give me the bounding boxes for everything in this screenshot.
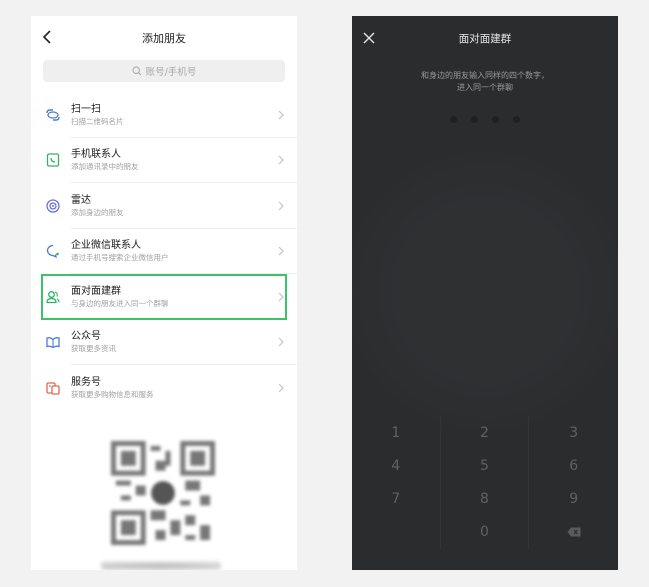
back-icon[interactable] bbox=[39, 28, 57, 46]
chevron-right-icon bbox=[278, 383, 284, 393]
scan-icon bbox=[46, 109, 60, 121]
list-item-wecom-contacts[interactable]: 企业微信联系人 通过手机号搜索企业微信用户 bbox=[31, 229, 297, 275]
official-account-icon bbox=[46, 337, 60, 349]
radar-icon bbox=[46, 199, 60, 213]
instruction-line-2: 进入同一个群聊 bbox=[457, 83, 513, 92]
wecom-icon bbox=[46, 245, 59, 259]
key-9[interactable]: 9 bbox=[529, 483, 618, 516]
key-3[interactable]: 3 bbox=[529, 416, 618, 449]
chevron-right-icon bbox=[278, 155, 284, 165]
phone-contacts-icon bbox=[46, 153, 60, 167]
key-7[interactable]: 7 bbox=[352, 482, 441, 516]
item-title: 雷达 bbox=[71, 194, 91, 206]
code-input-dots bbox=[352, 116, 618, 123]
search-input[interactable]: 账号/手机号 bbox=[43, 60, 285, 82]
key-empty bbox=[352, 515, 441, 549]
close-icon[interactable] bbox=[362, 31, 376, 45]
key-6[interactable]: 6 bbox=[529, 449, 618, 482]
number-keypad: 1 2 3 4 5 6 7 8 9 0 bbox=[352, 416, 618, 549]
page-title: 面对面建群 bbox=[458, 32, 512, 45]
item-title: 扫一扫 bbox=[71, 103, 101, 115]
key-4[interactable]: 4 bbox=[352, 449, 441, 483]
instruction-line-1: 和身边的朋友输入同样的四个数字， bbox=[421, 71, 549, 80]
list-item-face-to-face-group[interactable]: 面对面建群 与身边的朋友进入同一个群聊 bbox=[41, 274, 287, 320]
backspace-icon bbox=[567, 527, 581, 537]
item-subtitle: 添加身边的朋友 bbox=[71, 207, 124, 217]
item-title: 企业微信联系人 bbox=[71, 240, 141, 252]
search-placeholder: 账号/手机号 bbox=[145, 67, 197, 78]
qr-caption-blurred bbox=[101, 562, 221, 570]
item-title: 公众号 bbox=[71, 331, 101, 343]
item-subtitle: 通过手机号搜索企业微信用户 bbox=[71, 253, 169, 263]
item-subtitle: 获取更多购物信息和服务 bbox=[71, 389, 154, 399]
service-account-icon bbox=[46, 382, 60, 395]
item-subtitle: 与身边的朋友进入同一个群聊 bbox=[71, 298, 169, 308]
page-title: 添加朋友 bbox=[142, 32, 186, 45]
key-0[interactable]: 0 bbox=[441, 515, 530, 549]
code-dot bbox=[471, 116, 478, 123]
chevron-right-icon bbox=[278, 292, 284, 302]
key-1[interactable]: 1 bbox=[352, 416, 441, 450]
instruction-text: 和身边的朋友输入同样的四个数字， 进入同一个群聊 bbox=[352, 70, 618, 94]
item-title: 手机联系人 bbox=[71, 149, 121, 161]
list-item-service-accounts[interactable]: 服务号 获取更多购物信息和服务 bbox=[31, 365, 297, 411]
chevron-right-icon bbox=[278, 246, 284, 256]
add-friends-screen: 添加朋友 账号/手机号 扫一扫 扫描二维码名片 手机联系人 添加通讯录中的朋友 … bbox=[31, 16, 297, 570]
list-item-radar[interactable]: 雷达 添加身边的朋友 bbox=[31, 183, 297, 229]
key-8[interactable]: 8 bbox=[441, 482, 530, 516]
list-item-official-accounts[interactable]: 公众号 获取更多资讯 bbox=[31, 320, 297, 366]
item-title: 面对面建群 bbox=[71, 285, 121, 297]
key-5[interactable]: 5 bbox=[441, 449, 530, 483]
chevron-right-icon bbox=[278, 110, 284, 120]
item-subtitle: 添加通讯录中的朋友 bbox=[71, 162, 139, 172]
item-subtitle: 获取更多资讯 bbox=[71, 344, 116, 354]
code-dot bbox=[492, 116, 499, 123]
add-friend-options: 扫一扫 扫描二维码名片 手机联系人 添加通讯录中的朋友 雷达 添加身边的朋友 企… bbox=[31, 92, 297, 411]
chevron-right-icon bbox=[278, 337, 284, 347]
code-dot bbox=[513, 116, 520, 123]
key-2[interactable]: 2 bbox=[441, 416, 530, 450]
chevron-right-icon bbox=[278, 201, 284, 211]
code-dot bbox=[450, 116, 457, 123]
search-icon bbox=[132, 66, 141, 76]
item-title: 服务号 bbox=[71, 376, 101, 388]
background-glow-inner bbox=[410, 216, 560, 366]
list-item-phone-contacts[interactable]: 手机联系人 添加通讯录中的朋友 bbox=[31, 138, 297, 184]
list-item-scan[interactable]: 扫一扫 扫描二维码名片 bbox=[31, 92, 297, 138]
backspace-key[interactable] bbox=[529, 516, 618, 549]
nav-bar: 添加朋友 bbox=[31, 16, 297, 60]
face-to-face-group-screen: 面对面建群 和身边的朋友输入同样的四个数字， 进入同一个群聊 1 2 3 4 5… bbox=[352, 16, 618, 570]
nav-bar: 面对面建群 bbox=[352, 16, 618, 60]
qr-code-image bbox=[111, 441, 215, 545]
face-to-face-group-icon bbox=[46, 290, 60, 303]
item-subtitle: 扫描二维码名片 bbox=[71, 116, 124, 126]
